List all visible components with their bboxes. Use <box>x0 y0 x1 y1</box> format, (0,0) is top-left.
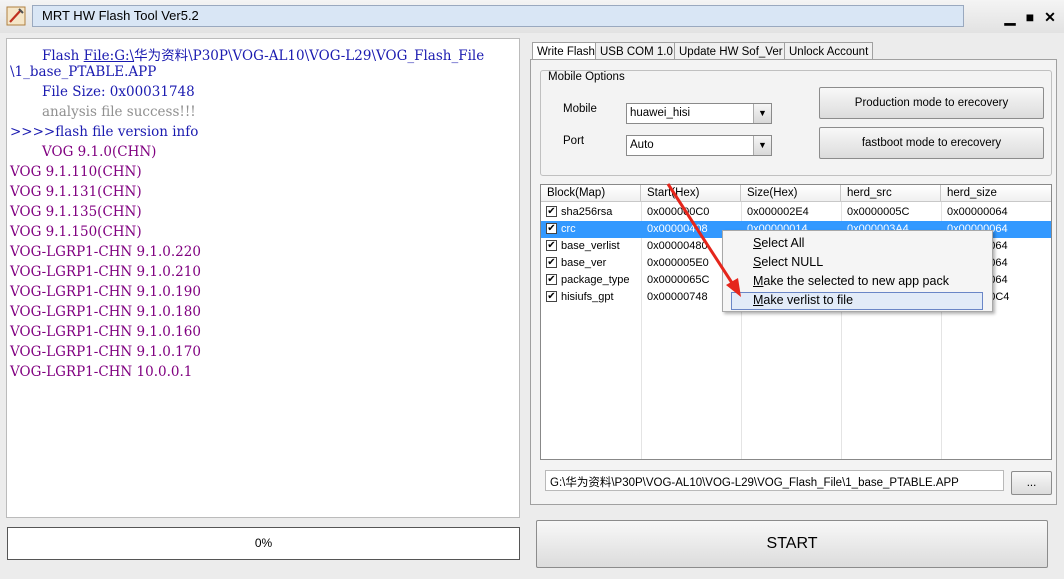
log-flash-prefix: Flash <box>42 48 84 64</box>
table-cell: 0x000000C0 <box>647 206 710 218</box>
row-checkbox[interactable]: ✔ <box>546 206 557 217</box>
mobile-select[interactable]: huawei_hisi ▼ <box>626 103 772 124</box>
column-header[interactable]: herd_size <box>941 185 1051 202</box>
context-menu: Select All Select NULL Make the selected… <box>722 230 993 312</box>
column-header[interactable]: Block(Map) <box>541 185 641 202</box>
port-select[interactable]: Auto ▼ <box>626 135 772 156</box>
table-cell: base_ver <box>561 257 607 269</box>
table-cell: crc <box>561 223 576 235</box>
log-version-line: VOG-LGRP1-CHN 9.1.0.160 <box>10 324 201 340</box>
file-path-field[interactable]: G:\华为资料\P30P\VOG-AL10\VOG-L29\VOG_Flash_… <box>545 470 1004 491</box>
row-checkbox[interactable]: ✔ <box>546 274 557 285</box>
row-checkbox[interactable]: ✔ <box>546 223 557 234</box>
row-checkbox[interactable]: ✔ <box>546 257 557 268</box>
log-version-line: VOG 9.1.110(CHN) <box>10 164 142 180</box>
log-file-size: File Size: 0x00031748 <box>42 84 195 100</box>
minimize-button[interactable]: ▁ <box>1000 8 1020 26</box>
block-list[interactable]: Block(Map) Start(Hex) Size(Hex) herd_src… <box>540 184 1052 460</box>
close-button[interactable]: ✕ <box>1040 8 1060 26</box>
table-cell: 0x00000480 <box>647 240 708 252</box>
chevron-down-icon[interactable]: ▼ <box>753 104 771 123</box>
port-label: Port <box>563 135 585 147</box>
menu-item-select-all[interactable]: Select All <box>753 236 804 250</box>
mobile-options-title: Mobile Options <box>546 71 627 83</box>
table-cell: hisiufs_gpt <box>561 291 614 303</box>
menu-item-label: elect All <box>761 236 805 250</box>
menu-item-select-null[interactable]: Select NULL <box>753 255 823 269</box>
mobile-select-value: huawei_hisi <box>630 107 691 119</box>
mobile-options-group <box>540 70 1052 176</box>
chevron-down-icon[interactable]: ▼ <box>753 136 771 155</box>
log-flash-path: 华为资料\P30P\VOG-AL10\VOG-L29\VOG_Flash_Fil… <box>134 48 485 64</box>
table-cell: 0x0000005C <box>847 206 910 218</box>
log-version-line: VOG-LGRP1-CHN 9.1.0.210 <box>10 264 201 280</box>
menu-item-label: elect NULL <box>761 255 824 269</box>
progress-bar: 0% <box>7 527 520 560</box>
column-header[interactable]: Start(Hex) <box>641 185 741 202</box>
menu-item-new-app-pack[interactable]: Make the selected to new app pack <box>753 274 949 288</box>
log-version-line: VOG-LGRP1-CHN 9.1.0.180 <box>10 304 201 320</box>
column-header[interactable]: Size(Hex) <box>741 185 841 202</box>
table-cell: 0x00000748 <box>647 291 708 303</box>
table-cell: 0x00000064 <box>947 206 1008 218</box>
app-icon <box>6 6 26 26</box>
row-checkbox[interactable]: ✔ <box>546 291 557 302</box>
fastboot-mode-button[interactable]: fastboot mode to erecovery <box>819 127 1044 159</box>
log-version-line: VOG-LGRP1-CHN 10.0.0.1 <box>10 364 193 380</box>
maximize-button[interactable]: ■ <box>1020 8 1040 26</box>
table-cell: 0x000002E4 <box>747 206 809 218</box>
row-checkbox[interactable]: ✔ <box>546 240 557 251</box>
menu-mnemonic: M <box>753 293 764 307</box>
tab-write-flash[interactable]: Write Flash <box>532 42 600 60</box>
log-version-line: VOG 9.1.131(CHN) <box>10 184 142 200</box>
menu-item-label: ake verlist to file <box>763 293 854 307</box>
table-cell: 0x0000065C <box>647 274 710 286</box>
log-version-line: VOG-LGRP1-CHN 9.1.0.190 <box>10 284 201 300</box>
table-cell: 0x00000408 <box>647 223 708 235</box>
log-flash-path-cont: \1_base_PTABLE.APP <box>10 64 157 80</box>
table-cell: sha256rsa <box>561 206 613 218</box>
log-version-line: VOG 9.1.0(CHN) <box>42 144 157 160</box>
log-version-line: VOG 9.1.135(CHN) <box>10 204 142 220</box>
browse-button[interactable]: ... <box>1011 471 1052 495</box>
tab-unlock-account[interactable]: Unlock Account <box>784 42 874 60</box>
log-version-header: >>>>flash file version info <box>10 124 199 140</box>
column-header[interactable]: herd_src <box>841 185 941 202</box>
menu-item-verlist-to-file[interactable]: Make verlist to file <box>753 293 853 307</box>
file-path-value: G:\华为资料\P30P\VOG-AL10\VOG-L29\VOG_Flash_… <box>550 477 959 489</box>
log-version-line: VOG-LGRP1-CHN 9.1.0.220 <box>10 244 201 260</box>
progress-label: 0% <box>254 536 273 550</box>
log-flash-line: Flash File:G:\华为资料\P30P\VOG-AL10\VOG-L29… <box>10 44 484 64</box>
mobile-label: Mobile <box>563 103 597 115</box>
tab-usb-com[interactable]: USB COM 1.0 <box>595 42 678 60</box>
menu-item-label: ake the selected to new app pack <box>763 274 949 288</box>
production-mode-button[interactable]: Production mode to erecovery <box>819 87 1044 119</box>
log-panel[interactable]: Flash File:G:\华为资料\P30P\VOG-AL10\VOG-L29… <box>6 38 520 518</box>
tab-update-hw[interactable]: Update HW Sof_Ver <box>674 42 788 60</box>
table-row[interactable]: ✔ sha256rsa 0x000000C0 0x000002E4 0x0000005C… <box>541 204 1051 221</box>
table-cell: base_verlist <box>561 240 620 252</box>
log-analysis: analysis file success!!! <box>42 104 196 120</box>
log-version-line: VOG 9.1.150(CHN) <box>10 224 142 240</box>
table-cell: package_type <box>561 274 630 286</box>
port-select-value: Auto <box>630 139 654 151</box>
log-file-link[interactable]: File:G:\ <box>84 48 134 64</box>
menu-mnemonic: M <box>753 274 764 288</box>
log-version-line: VOG-LGRP1-CHN 9.1.0.170 <box>10 344 201 360</box>
start-button[interactable]: START <box>536 520 1048 568</box>
table-cell: 0x000005E0 <box>647 257 709 269</box>
window-title: MRT HW Flash Tool Ver5.2 <box>42 8 199 23</box>
